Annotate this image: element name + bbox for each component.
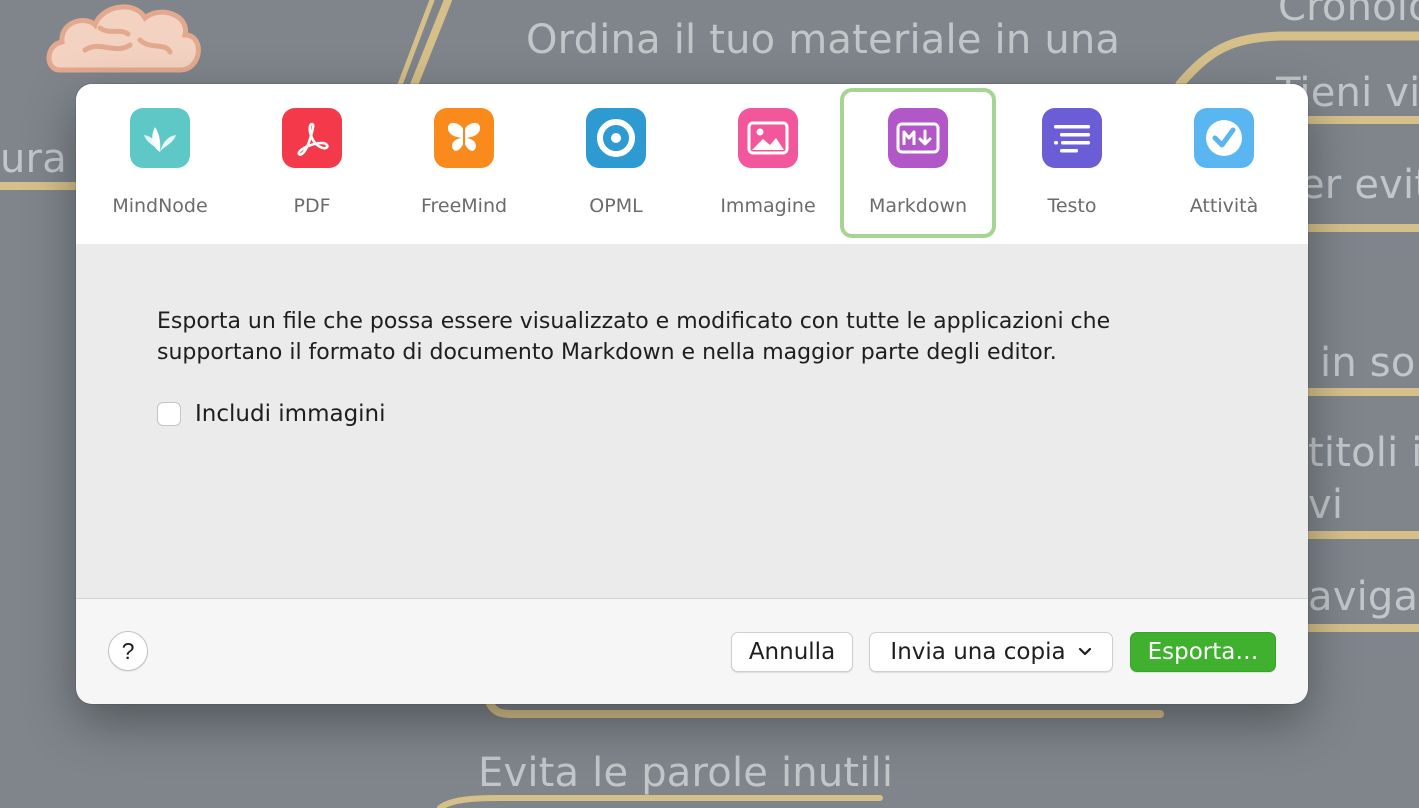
format-picker: MindNode PDF FreeMind OPML Immagine Mark…: [76, 84, 1308, 244]
format-label: PDF: [293, 195, 331, 217]
format-label: Immagine: [720, 195, 816, 217]
format-label: MindNode: [112, 195, 208, 217]
format-pdf[interactable]: PDF: [234, 88, 390, 238]
format-attivita[interactable]: Attività: [1146, 88, 1302, 238]
bg-node-ordina: Ordina il tuo materiale in una: [526, 17, 1121, 63]
text-lines-icon: [1042, 108, 1102, 168]
format-markdown[interactable]: Markdown: [840, 88, 996, 238]
include-images-option[interactable]: Includi immagini: [157, 401, 386, 427]
format-immagine[interactable]: Immagine: [690, 88, 846, 238]
help-button[interactable]: ?: [108, 631, 148, 671]
bg-node-navigab: avigab: [1308, 574, 1419, 620]
cancel-button[interactable]: Annulla: [731, 632, 853, 672]
bg-node-vi: vi: [1308, 482, 1344, 528]
image-icon: [738, 108, 798, 168]
format-label: Testo: [1047, 195, 1097, 217]
send-copy-button[interactable]: Invia una copia: [869, 632, 1113, 672]
include-images-checkbox[interactable]: [157, 402, 181, 426]
checkmark-icon: [1194, 108, 1254, 168]
format-options: Esporta un file che possa essere visuali…: [76, 244, 1308, 599]
export-button-label: Esporta…: [1147, 639, 1259, 665]
bg-node-evita: Evita le parole inutili: [478, 750, 894, 796]
cancel-button-label: Annulla: [748, 639, 836, 665]
format-mindnode[interactable]: MindNode: [82, 88, 238, 238]
target-icon: [586, 108, 646, 168]
description-line: supportano il formato di documento Markd…: [157, 340, 1057, 365]
markdown-icon: [888, 108, 948, 168]
format-label: Markdown: [868, 195, 968, 217]
format-label: Attività: [1189, 195, 1259, 217]
export-dialog: MindNode PDF FreeMind OPML Immagine Mark…: [76, 84, 1308, 704]
format-label: OPML: [589, 195, 643, 217]
butterfly-icon: [434, 108, 494, 168]
bg-node-evit: er evit: [1300, 162, 1419, 208]
format-opml[interactable]: OPML: [538, 88, 694, 238]
format-description: Esporta un file che possa essere visuali…: [157, 306, 1237, 368]
bg-node-inso: in so: [1320, 340, 1416, 386]
chevron-down-icon: [1078, 647, 1092, 657]
brain-icon: [46, 4, 201, 73]
bg-node-titoli: titoli i: [1308, 430, 1419, 476]
mindnode-leaf-icon: [130, 108, 190, 168]
pdf-icon: [282, 108, 342, 168]
description-line: Esporta un file che possa essere visuali…: [157, 309, 1111, 334]
export-button[interactable]: Esporta…: [1130, 632, 1276, 672]
include-images-label: Includi immagini: [195, 401, 386, 427]
send-copy-button-label: Invia una copia: [890, 639, 1066, 665]
format-testo[interactable]: Testo: [994, 88, 1150, 238]
format-label: FreeMind: [420, 195, 508, 217]
format-freemind[interactable]: FreeMind: [386, 88, 542, 238]
bg-node-cronolo: Cronolo: [1278, 0, 1419, 30]
